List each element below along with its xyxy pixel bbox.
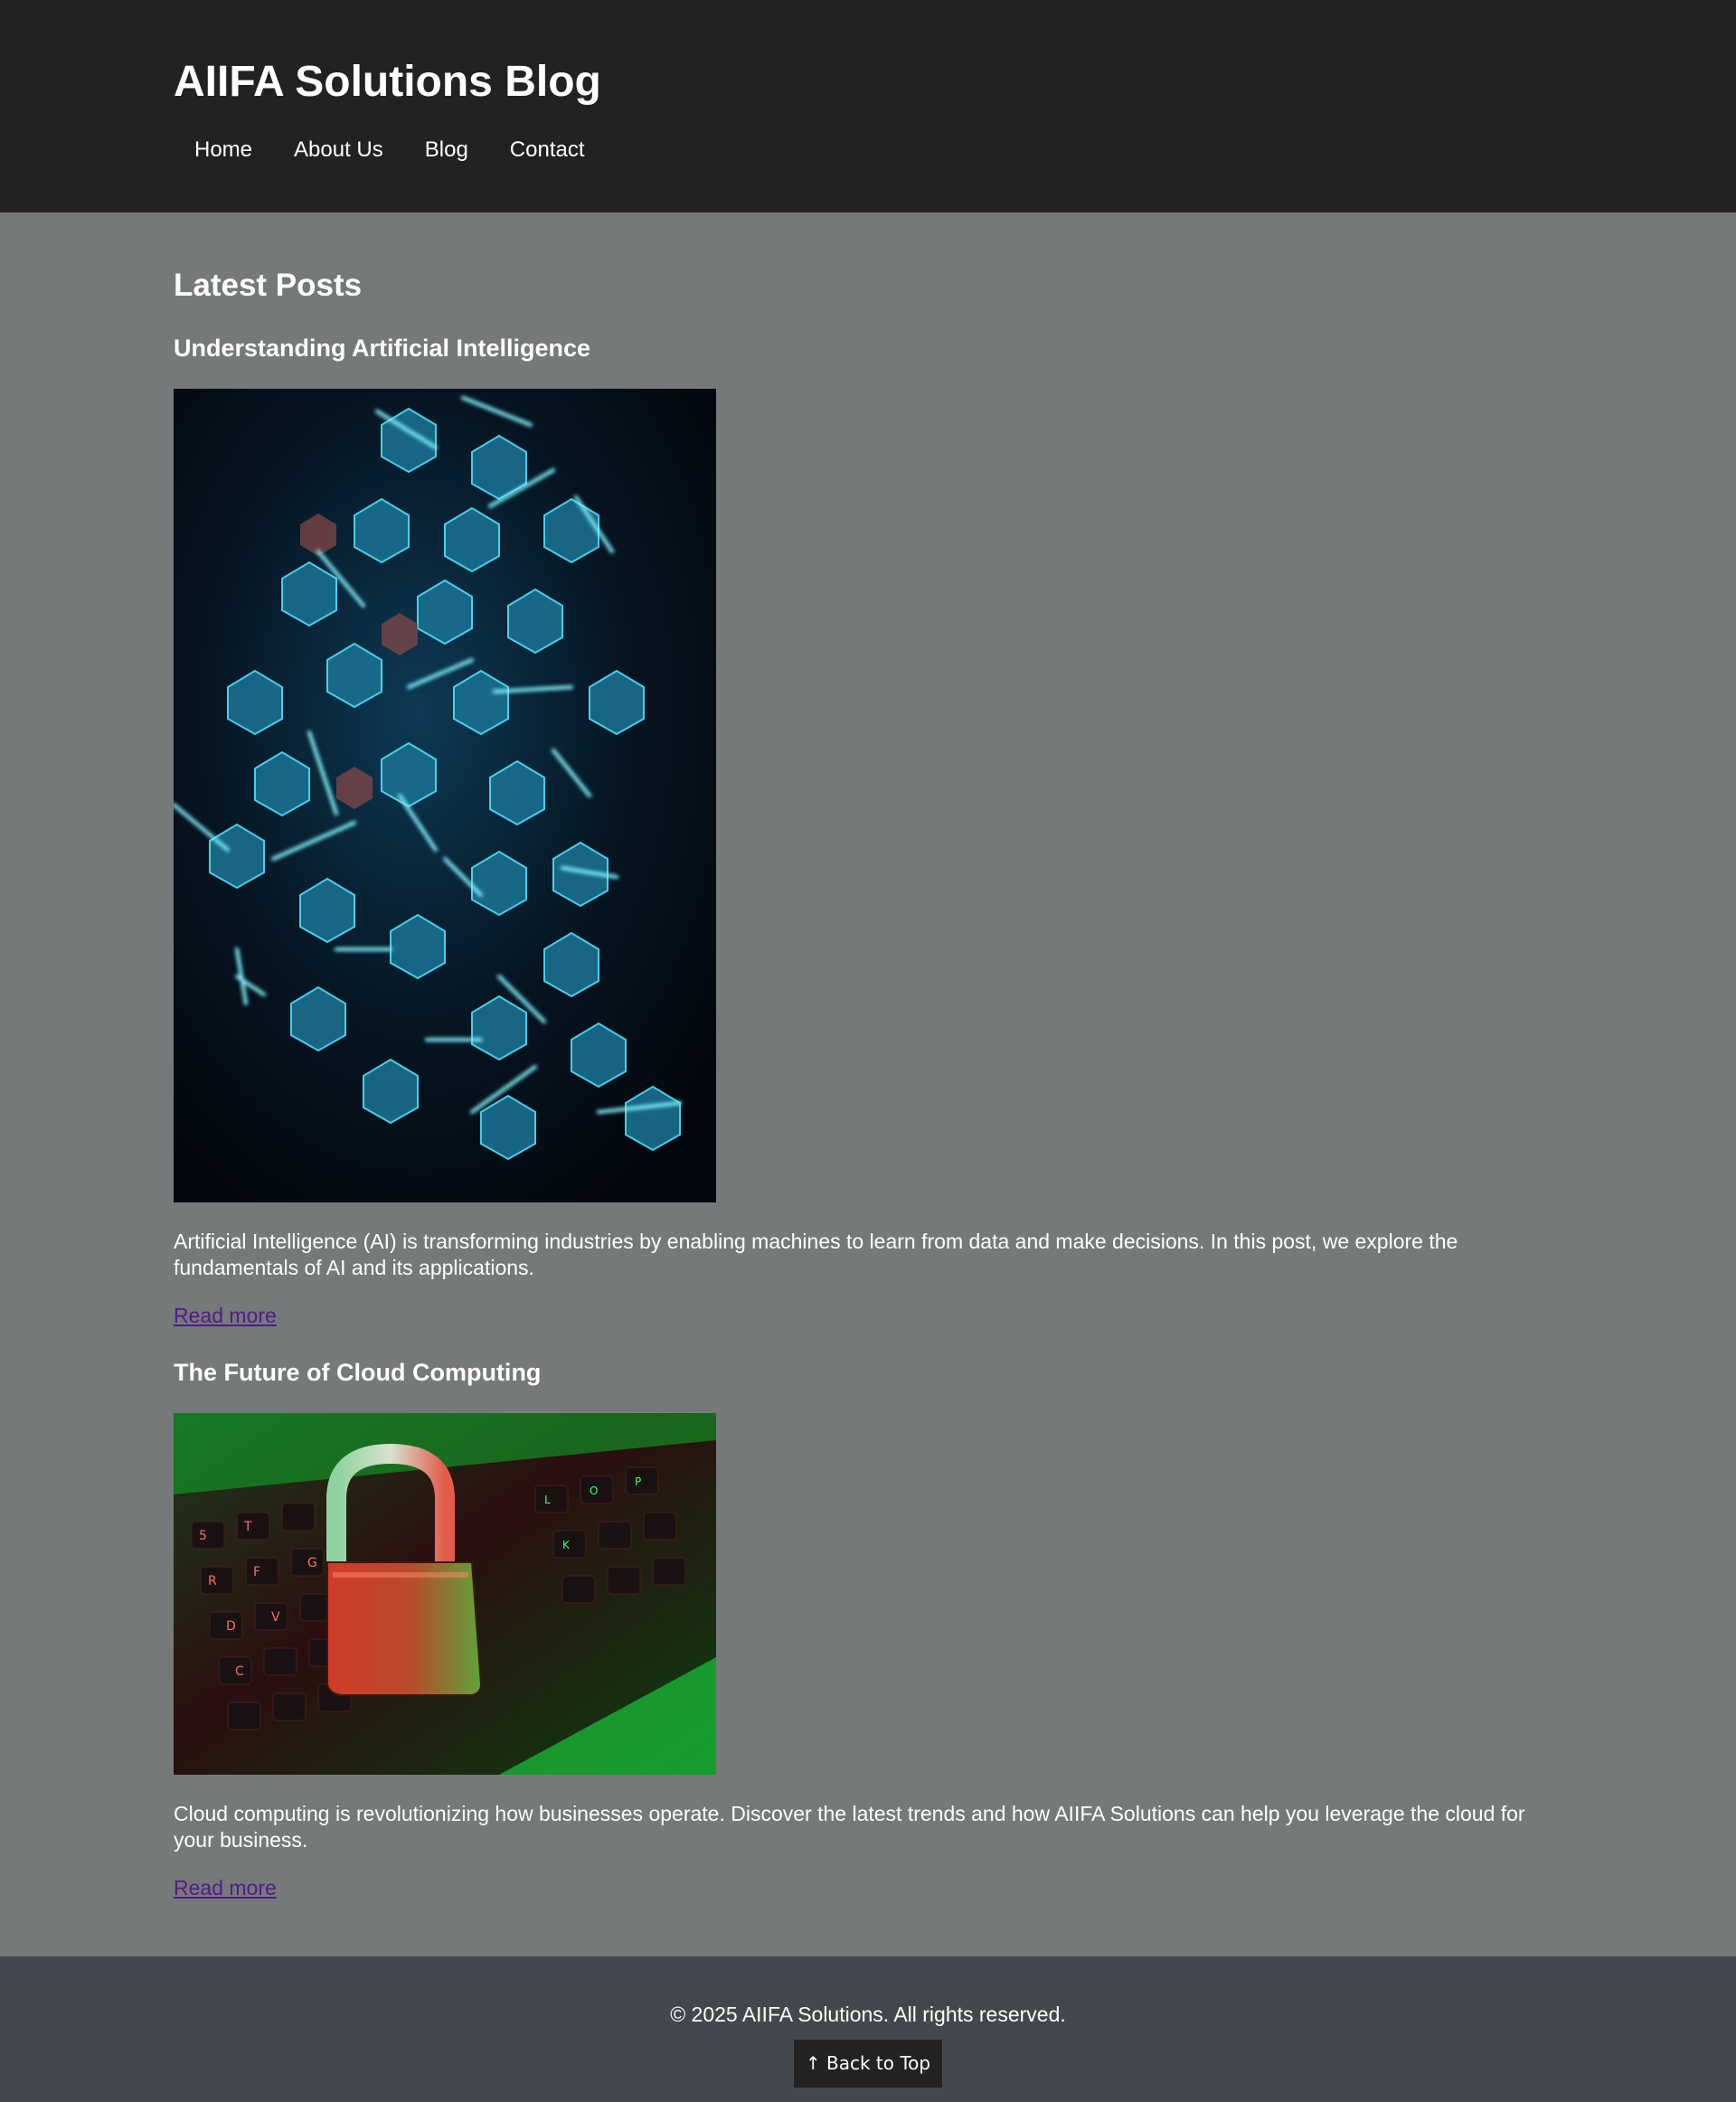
post-title: The Future of Cloud Computing xyxy=(174,1359,542,1386)
svg-text:K: K xyxy=(562,1539,571,1551)
padlock-on-keyboard-image: 5 T R F G D V C L O P K xyxy=(174,1413,716,1775)
read-more-link[interactable]: Read more xyxy=(174,1303,277,1329)
svg-text:T: T xyxy=(243,1520,252,1534)
post-excerpt: Artificial Intelligence (AI) is transfor… xyxy=(174,1230,1458,1279)
site-header: AIIFA Solutions Blog Home About Us Blog … xyxy=(0,0,1736,212)
svg-text:V: V xyxy=(271,1610,280,1625)
site-footer: © 2025 AIIFA Solutions. All rights reser… xyxy=(0,1956,1736,2102)
back-to-top-button[interactable]: ↑ Back to Top xyxy=(794,2040,942,2088)
main-nav: Home About Us Blog Contact xyxy=(174,134,606,166)
svg-text:P: P xyxy=(635,1475,641,1488)
section-title: Latest Posts xyxy=(174,268,363,303)
svg-text:L: L xyxy=(544,1494,551,1506)
nav-home-link[interactable]: Home xyxy=(174,134,273,166)
svg-text:O: O xyxy=(590,1485,598,1497)
svg-text:D: D xyxy=(226,1619,236,1634)
nav-about-link[interactable]: About Us xyxy=(273,134,404,166)
post-excerpt: Cloud computing is revolutionizing how b… xyxy=(174,1802,1525,1852)
copyright-text: © 2025 AIIFA Solutions. All rights reser… xyxy=(670,2003,1066,2026)
svg-text:5: 5 xyxy=(199,1529,207,1543)
site-title: AIIFA Solutions Blog xyxy=(174,58,601,106)
main-content: Latest Posts Understanding Artificial In… xyxy=(0,212,1736,1956)
svg-text:R: R xyxy=(208,1574,217,1588)
nav-contact-link[interactable]: Contact xyxy=(489,134,606,166)
read-more-link[interactable]: Read more xyxy=(174,1875,277,1901)
svg-text:F: F xyxy=(253,1565,260,1579)
post-title: Understanding Artificial Intelligence xyxy=(174,335,591,362)
svg-text:G: G xyxy=(307,1556,317,1570)
nav-blog-link[interactable]: Blog xyxy=(404,134,489,166)
svg-text:C: C xyxy=(235,1664,244,1679)
glowing-hexagon-network-image xyxy=(174,389,716,1202)
